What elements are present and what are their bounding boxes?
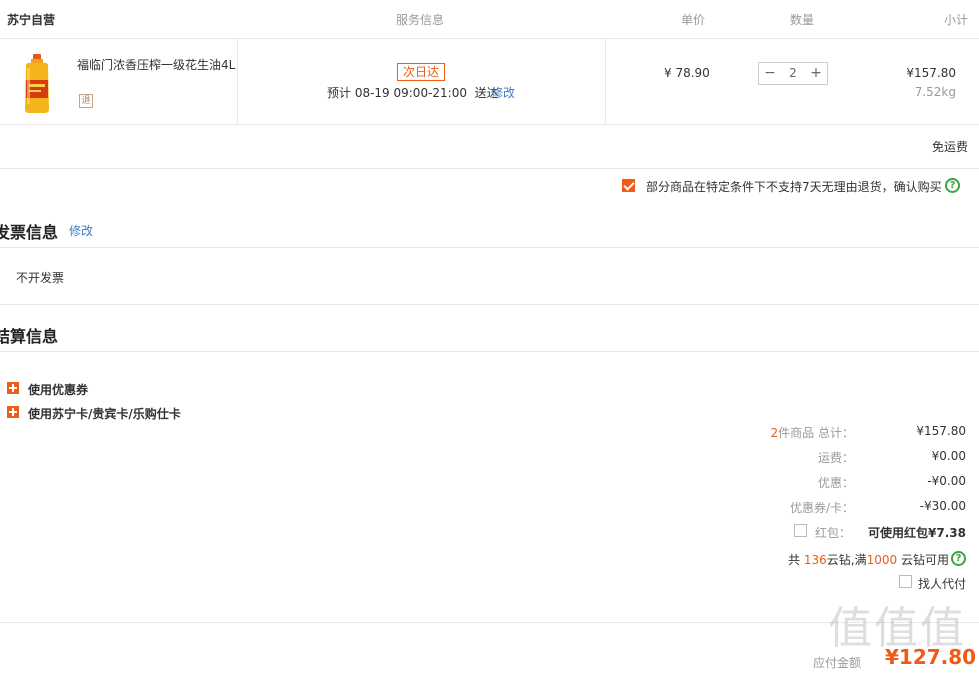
quantity-value[interactable]: 2 [781,63,805,84]
divider [0,124,979,125]
delivery-edit-link[interactable]: 修改 [491,84,515,101]
diamond-min: 1000 [866,553,898,567]
payable-label: 应付金额 [813,656,862,670]
freight-value: ¥0.00 [931,449,966,463]
redpacket-checkbox[interactable] [794,524,807,537]
item-subtotal: ¥157.80 [906,66,956,80]
watermark-logo: 值值值 [828,603,966,654]
divider [0,38,979,39]
quantity-decrease-button[interactable]: − [759,63,781,84]
use-coupon-toggle[interactable]: 使用优惠券 [28,381,88,398]
discount-value: -¥0.00 [927,474,966,488]
items-label: 件商品 总计： [778,426,854,440]
divider [0,168,979,169]
quantity-stepper: − 2 + [758,62,828,85]
redpacket-value: 可使用红包¥7.38 [868,526,966,540]
discount-label: 优惠： [817,476,854,490]
header-quantity: 数量 [790,13,815,27]
divider [0,351,979,352]
divider [0,304,979,305]
product-name[interactable]: 福临门浓香压榨一级花生油4L [77,56,235,73]
divider [0,247,979,248]
expand-icon[interactable] [7,382,19,394]
return-badge: 退 [79,94,93,108]
header-subtotal: 小计 [943,13,968,27]
return-confirm-checkbox[interactable] [622,179,635,192]
proxy-pay-checkbox[interactable] [899,575,912,588]
diamond-prefix: 共 [788,553,801,567]
diamond-count: 136 [803,553,827,567]
divider [605,38,606,124]
delivery-estimate: 预计 08-19 09:00-21:00 送达 [327,86,499,100]
help-icon[interactable]: ? [945,178,960,193]
items-total-value: ¥157.80 [916,424,966,438]
header-unit-price: 单价 [681,13,706,27]
store-label: 苏宁自营 [7,13,56,27]
expand-icon[interactable] [7,406,19,418]
help-icon[interactable]: ? [951,551,966,566]
proxy-pay-label: 找人代付 [918,577,967,591]
coupon-value: -¥30.00 [919,499,966,513]
item-weight: 7.52kg [914,85,956,99]
diamond-info: 共 136云钻,满1000 云钻可用 [700,551,949,568]
diamond-suffix: 云钻可用 [900,553,949,567]
return-confirm-text: 部分商品在特定条件下不支持7天无理由退货，确认购买 [646,180,942,194]
header-service: 服务信息 [396,13,445,27]
invoice-edit-link[interactable]: 修改 [69,222,93,239]
coupon-label: 优惠券/卡： [789,501,854,515]
next-day-badge: 次日达 [397,63,445,81]
diamond-mid: 云钻,满 [826,553,867,567]
redpacket-label: 红包： [815,526,852,540]
settlement-title: 结算信息 [0,327,59,346]
unit-price: ¥ 78.90 [664,66,710,80]
free-shipping-label: 免运费 [931,140,968,154]
quantity-increase-button[interactable]: + [805,63,827,84]
items-total-label: 2件商品 总计： [700,424,854,441]
use-card-toggle[interactable]: 使用苏宁卡/贵宾卡/乐购仕卡 [28,405,181,422]
invoice-value: 不开发票 [16,271,65,285]
freight-label: 运费： [817,451,854,465]
divider [237,38,238,124]
invoice-title: 发票信息 [0,223,59,242]
product-image[interactable] [18,54,56,114]
